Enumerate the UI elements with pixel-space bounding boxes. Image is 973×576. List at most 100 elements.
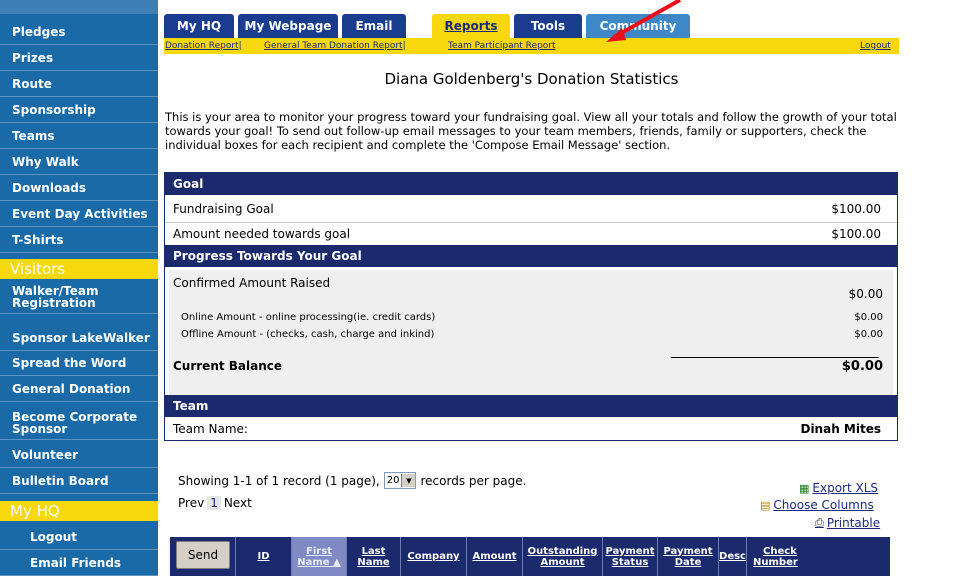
pager-prev[interactable]: Prev	[178, 496, 204, 510]
chevron-down-icon[interactable]: ▼	[401, 474, 416, 487]
donation-grid-header: ID First Name ▲ Last Name Company Amount O…	[170, 537, 890, 576]
team-name-row: Team Name: Dinah Mites	[165, 418, 897, 440]
pager-current-page[interactable]: 1	[207, 496, 221, 510]
sidebar-item-spread-the-word[interactable]: Spread the Word	[0, 350, 158, 376]
online-amount-row: Online Amount - online processing(ie. cr…	[181, 312, 883, 323]
column-label: Payment	[663, 545, 713, 557]
printable-link[interactable]: ⎙ Printable	[815, 516, 880, 530]
subnav-donation-report-link[interactable]: Donation Report|	[165, 41, 242, 51]
sidebar-item-logout[interactable]: Logout	[0, 524, 158, 550]
tab-my-hq[interactable]: My HQ	[164, 14, 234, 38]
column-label: Check	[763, 545, 797, 557]
progress-section-header: Progress Towards Your Goal	[165, 245, 897, 267]
choose-columns-label: Choose Columns	[773, 498, 874, 512]
sidebar-item-t-shirts[interactable]: T-Shirts	[0, 227, 158, 253]
sidebar-item-sponsorship[interactable]: Sponsorship	[0, 97, 158, 123]
page-title: Diana Goldenberg's Donation Statistics	[384, 70, 679, 88]
sidebar-item-downloads[interactable]: Downloads	[0, 175, 158, 201]
sidebar-item-label: Logout	[30, 529, 78, 544]
records-showing-text: Showing 1-1 of 1 record (1 page),	[178, 473, 380, 488]
column-header-id[interactable]: ID	[235, 537, 291, 576]
column-label: First	[306, 545, 332, 557]
column-header-check-number[interactable]: Check Number	[746, 537, 890, 576]
amount-needed-value: $100.00	[831, 227, 881, 241]
sidebar-item-label: Teams	[12, 128, 55, 143]
column-label: Desc	[719, 551, 746, 562]
sidebar-item-event-day-activities[interactable]: Event Day Activities	[0, 201, 158, 227]
sidebar-item-label: Event Day Activities	[12, 206, 148, 221]
current-balance-row: Current Balance $0.00	[173, 359, 883, 374]
sidebar-item-label: Sponsor LakeWalker	[12, 330, 150, 345]
sidebar-item-label: Prizes	[12, 50, 54, 65]
choose-columns-link[interactable]: ▤ Choose Columns	[760, 498, 874, 512]
sidebar: Pledges Prizes Route Sponsorship Teams W…	[0, 0, 158, 576]
sidebar-item-label: Why Walk	[12, 154, 79, 169]
records-per-page-value: 20	[386, 475, 400, 486]
column-header-first-name[interactable]: First Name ▲	[291, 537, 346, 576]
report-subnav: Donation Report| General Team Donation R…	[164, 38, 899, 54]
export-xls-link[interactable]: ▦ Export XLS	[799, 481, 878, 495]
excel-icon: ▦	[799, 481, 810, 495]
subnav-logout-link[interactable]: Logout	[860, 41, 891, 51]
sidebar-top-band	[0, 0, 158, 14]
tab-tools[interactable]: Tools	[514, 14, 582, 38]
sidebar-item-walker-team-registration[interactable]: Walker/Team Registration	[0, 280, 158, 314]
sidebar-item-why-walk[interactable]: Why Walk	[0, 149, 158, 175]
tab-reports[interactable]: Reports	[432, 14, 510, 38]
sidebar-item-label: Walker/Team Registration	[12, 283, 99, 310]
intro-text: This is your area to monitor your progre…	[165, 110, 897, 152]
progress-box: Confirmed Amount Raised $0.00 Online Amo…	[169, 270, 893, 410]
send-button[interactable]: Send	[176, 541, 230, 569]
sidebar-item-label: Volunteer	[12, 447, 79, 462]
column-header-company[interactable]: Company	[400, 537, 466, 576]
sidebar-item-bulletin-board[interactable]: Bulletin Board	[0, 468, 158, 494]
tab-email[interactable]: Email	[342, 14, 406, 38]
goal-section-header: Goal	[165, 173, 897, 195]
online-amount-label: Online Amount - online processing(ie. cr…	[181, 312, 436, 323]
sidebar-item-label: T-Shirts	[12, 232, 64, 247]
sidebar-item-pledges[interactable]: Pledges	[0, 19, 158, 45]
column-label: Number	[753, 556, 798, 568]
confirmed-value-row: $0.00	[173, 287, 883, 301]
amount-needed-row: Amount needed towards goal $100.00	[165, 223, 897, 245]
column-label: Last	[361, 545, 386, 557]
pager: Prev 1 Next	[178, 496, 252, 510]
pager-next[interactable]: Next	[224, 496, 252, 510]
fundraising-goal-label: Fundraising Goal	[173, 202, 274, 216]
sidebar-item-email-friends[interactable]: Email Friends	[0, 550, 158, 576]
tab-my-webpage[interactable]: My Webpage	[238, 14, 338, 38]
offline-amount-value: $0.00	[854, 329, 883, 340]
column-header-payment-date[interactable]: Payment Date	[657, 537, 718, 576]
subnav-general-team-donation-report-link[interactable]: General Team Donation Report|	[264, 41, 406, 51]
sidebar-item-label: Become Corporate Sponsor	[12, 409, 138, 436]
sidebar-item-route[interactable]: Route	[0, 71, 158, 97]
column-label: Outstanding	[527, 545, 598, 557]
column-header-outstanding-amount[interactable]: Outstanding Amount	[522, 537, 602, 576]
sidebar-item-volunteer[interactable]: Volunteer	[0, 442, 158, 468]
sidebar-heading-visitors: Visitors	[0, 259, 158, 279]
sidebar-item-sponsor-lakewalker[interactable]: Sponsor LakeWalker	[0, 325, 158, 351]
sidebar-item-prizes[interactable]: Prizes	[0, 45, 158, 71]
sidebar-item-general-donation[interactable]: General Donation	[0, 376, 158, 402]
donation-stats-panel: Goal Fundraising Goal $100.00 Amount nee…	[164, 172, 898, 441]
sidebar-heading-my-hq: My HQ	[0, 501, 158, 521]
subnav-team-participant-report-link[interactable]: Team Participant Report	[448, 41, 556, 51]
sidebar-item-teams[interactable]: Teams	[0, 123, 158, 149]
sidebar-item-label: Spread the Word	[12, 355, 127, 370]
column-label: Payment	[605, 545, 655, 557]
column-label: Amount	[472, 551, 517, 562]
column-label: Name	[357, 556, 390, 568]
column-header-desc[interactable]: Desc	[718, 537, 746, 576]
sidebar-item-become-corporate-sponsor[interactable]: Become Corporate Sponsor	[0, 406, 158, 440]
records-per-page-select[interactable]: 20 ▼	[383, 472, 417, 489]
column-header-amount[interactable]: Amount	[466, 537, 522, 576]
column-header-payment-status[interactable]: Payment Status	[602, 537, 657, 576]
column-header-last-name[interactable]: Last Name	[346, 537, 400, 576]
column-label: Date	[674, 556, 702, 568]
offline-amount-row: Offline Amount - (checks, cash, charge a…	[181, 329, 883, 340]
sidebar-item-label: Pledges	[12, 24, 66, 39]
confirmed-amount-value: $0.00	[848, 287, 883, 301]
export-xls-label: Export XLS	[812, 481, 879, 495]
current-balance-label: Current Balance	[173, 359, 283, 373]
column-label: Company	[407, 551, 460, 562]
